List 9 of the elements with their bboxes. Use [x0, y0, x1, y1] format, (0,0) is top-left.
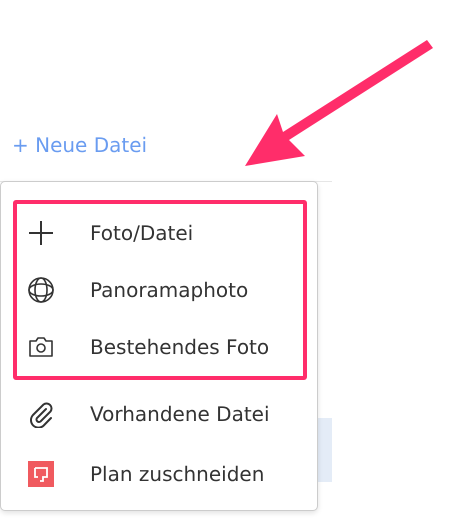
menu-item[interactable]: Bestehendes Foto	[17, 318, 303, 376]
menu-item[interactable]: Plan zuschneiden	[17, 444, 303, 504]
globe-icon	[27, 276, 55, 304]
menu-item[interactable]: Foto/Datei	[17, 204, 303, 262]
menu-item[interactable]: Panoramaphoto	[17, 261, 303, 319]
paperclip-icon	[27, 400, 55, 428]
crop-plan-icon	[27, 460, 55, 488]
plus-icon	[27, 218, 55, 247]
menu-item[interactable]: Vorhandene Datei	[17, 384, 303, 444]
